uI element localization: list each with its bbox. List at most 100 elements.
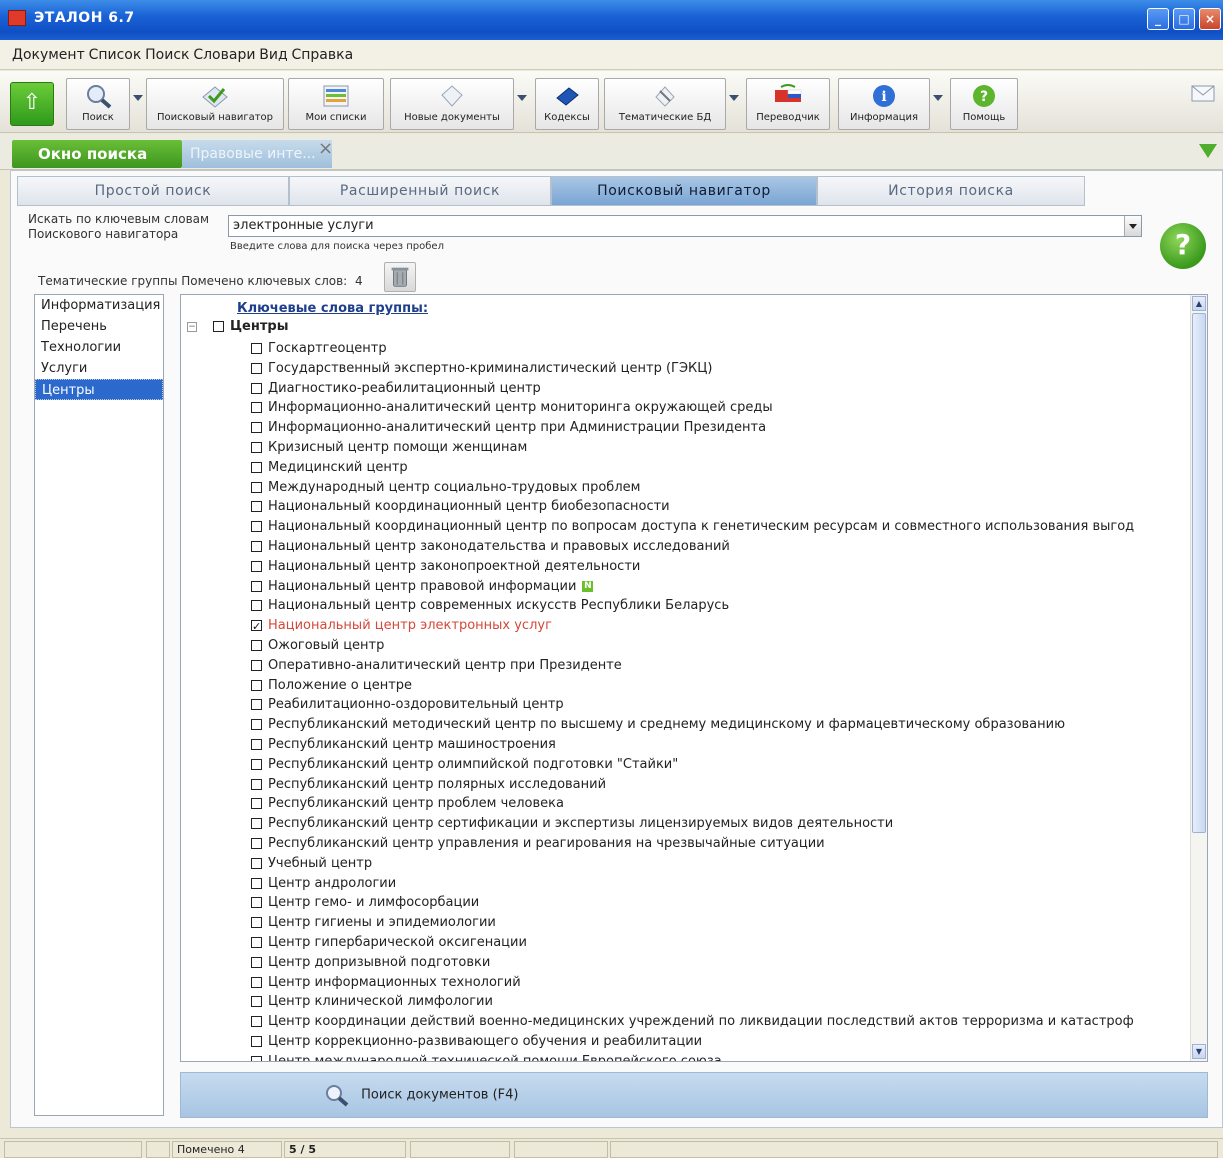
minimize-button[interactable]: _ <box>1147 8 1169 30</box>
list-item[interactable]: Диагностико-реабилитационный центр <box>251 379 1134 399</box>
keyword-checkbox[interactable] <box>251 758 262 770</box>
keyword-checkbox[interactable] <box>251 1035 262 1047</box>
keyword-search-input[interactable]: электронные услуги <box>228 215 1142 237</box>
maximize-button[interactable]: □ <box>1173 8 1195 30</box>
menu-dictionaries[interactable]: Словари <box>193 47 255 63</box>
keyword-checkbox[interactable] <box>251 461 262 473</box>
chevron-down-icon[interactable] <box>933 95 943 101</box>
list-item[interactable]: Национальный центр законодательства и пр… <box>251 537 1134 557</box>
toolbar-search-button[interactable]: Поиск <box>66 78 143 130</box>
keyword-checkbox[interactable] <box>251 837 262 849</box>
keyword-checkbox[interactable] <box>251 617 262 637</box>
keyword-checkbox[interactable] <box>251 1016 262 1028</box>
up-arrow-button[interactable]: ⇧ <box>10 82 54 126</box>
list-item[interactable]: Положение о центре <box>251 676 1134 696</box>
list-item[interactable]: Республиканский центр олимпийской подгот… <box>251 755 1134 775</box>
keyword-checkbox[interactable] <box>251 382 262 394</box>
keyword-checkbox[interactable] <box>251 521 262 533</box>
list-item[interactable]: Информатизация <box>35 295 163 316</box>
scroll-up-icon[interactable]: ▲ <box>1192 296 1206 311</box>
list-item[interactable]: Республиканский центр полярных исследова… <box>251 775 1134 795</box>
menu-document[interactable]: Документ <box>12 47 85 63</box>
list-item[interactable]: Государственный экспертно-криминалистиче… <box>251 359 1134 379</box>
toolbar-info-button[interactable]: i Информация <box>838 78 943 130</box>
list-item[interactable]: Центр гемо- и лимфосорбации <box>251 893 1134 913</box>
toolbar-new-docs-button[interactable]: Новые документы <box>390 78 527 130</box>
toolbar-help-button[interactable]: ? Помощь <box>950 78 1018 130</box>
keyword-checkbox[interactable] <box>251 441 262 453</box>
list-item[interactable]: Медицинский центр <box>251 458 1134 478</box>
keyword-checkbox[interactable] <box>251 560 262 572</box>
list-item-selected[interactable]: Центры <box>35 379 163 400</box>
list-item[interactable]: Информационно-аналитический центр монито… <box>251 398 1134 418</box>
scroll-down-icon[interactable]: ▼ <box>1192 1044 1206 1059</box>
list-item[interactable]: Национальный координационный центр по во… <box>251 517 1134 537</box>
keyword-checkbox[interactable] <box>251 402 262 414</box>
group-checkbox[interactable] <box>213 321 224 332</box>
menu-view[interactable]: Вид <box>259 47 287 63</box>
keyword-checkbox[interactable] <box>251 659 262 671</box>
list-item[interactable]: Центр гипербарической оксигенации <box>251 933 1134 953</box>
keyword-checkbox[interactable] <box>251 917 262 929</box>
keyword-checkbox[interactable] <box>251 501 262 513</box>
keyword-checkbox[interactable] <box>251 719 262 731</box>
toolbar-thematic-db-button[interactable]: Тематические БД <box>604 78 739 130</box>
list-item[interactable]: Центр клинической лимфологии <box>251 992 1134 1012</box>
list-item[interactable]: Центр информационных технологий <box>251 973 1134 993</box>
keyword-checkbox[interactable] <box>251 580 262 592</box>
keyword-checkbox[interactable] <box>251 343 262 354</box>
search-documents-button[interactable]: Поиск документов (F4) <box>317 1083 518 1107</box>
list-item[interactable]: Центр координации действий военно-медици… <box>251 1012 1134 1032</box>
tab-legal-interest[interactable]: Правовые инте... <box>182 140 332 168</box>
list-item[interactable]: Технологии <box>35 337 163 358</box>
list-item[interactable]: Национальный центр современных искусств … <box>251 596 1134 616</box>
list-item[interactable]: Оперативно-аналитический центр при Прези… <box>251 656 1134 676</box>
keyword-checkbox[interactable] <box>251 897 262 909</box>
keyword-checkbox[interactable] <box>251 936 262 948</box>
keyword-checkbox[interactable] <box>251 679 262 691</box>
menu-help[interactable]: Справка <box>291 47 353 63</box>
toolbar-translator-button[interactable]: Переводчик <box>746 78 830 130</box>
list-item[interactable]: Республиканский центр проблем человека <box>251 794 1134 814</box>
collapse-icon[interactable]: − <box>187 321 197 332</box>
close-icon[interactable]: × <box>318 138 333 159</box>
keyword-checkbox[interactable] <box>251 481 262 493</box>
list-item[interactable]: Центр андрологии <box>251 874 1134 894</box>
list-item[interactable]: Республиканский методический центр по вы… <box>251 715 1134 735</box>
close-button[interactable]: × <box>1199 8 1221 30</box>
list-item[interactable]: Республиканский центр машиностроения <box>251 735 1134 755</box>
keyword-checkbox[interactable] <box>251 738 262 750</box>
keyword-checkbox[interactable] <box>251 976 262 988</box>
keyword-checkbox[interactable] <box>251 857 262 869</box>
keyword-checkbox[interactable] <box>251 798 262 810</box>
trash-icon[interactable] <box>384 262 416 292</box>
tab-search-history[interactable]: История поиска <box>817 176 1085 206</box>
help-question-icon[interactable]: ? <box>1160 223 1206 269</box>
list-item[interactable]: Центр международной технической помощи Е… <box>251 1052 1134 1061</box>
scrollbar-thumb[interactable] <box>1192 313 1206 833</box>
list-item[interactable]: Международный центр социально-трудовых п… <box>251 478 1134 498</box>
list-item[interactable]: Перечень <box>35 316 163 337</box>
tab-search-navigator[interactable]: Поисковый навигатор <box>551 176 817 206</box>
arrow-down-icon[interactable] <box>1199 144 1217 158</box>
list-item[interactable]: Центр допризывной подготовки <box>251 953 1134 973</box>
list-item[interactable]: Кризисный центр помощи женщинам <box>251 438 1134 458</box>
list-item[interactable]: Реабилитационно-оздоровительный центр <box>251 695 1134 715</box>
vertical-scrollbar[interactable]: ▲ ▼ <box>1190 295 1207 1061</box>
list-item[interactable]: Национальный центр законопроектной деяте… <box>251 557 1134 577</box>
list-item[interactable]: Национальный центр правовой информации N <box>251 577 1134 597</box>
menu-search[interactable]: Поиск <box>145 47 189 63</box>
keyword-checkbox[interactable] <box>251 600 262 612</box>
list-item[interactable]: Центр коррекционно-развивающего обучения… <box>251 1032 1134 1052</box>
tab-search-window[interactable]: Окно поиска <box>12 140 182 168</box>
toolbar-codex-button[interactable]: Кодексы <box>535 78 599 130</box>
chevron-down-icon[interactable] <box>133 95 143 101</box>
keyword-history-dropdown[interactable] <box>1124 216 1141 236</box>
keyword-checkbox[interactable] <box>251 956 262 968</box>
toolbar-my-lists-button[interactable]: Мои списки <box>288 78 384 130</box>
tab-advanced-search[interactable]: Расширенный поиск <box>289 176 551 206</box>
keyword-checkbox[interactable] <box>251 422 262 434</box>
list-item[interactable]: Госкартгеоцентр <box>251 339 1134 359</box>
keyword-checkbox[interactable] <box>251 996 262 1008</box>
tab-simple-search[interactable]: Простой поиск <box>17 176 289 206</box>
